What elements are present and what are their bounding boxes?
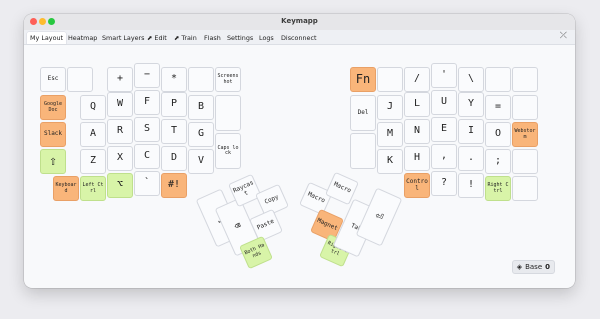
key-empty[interactable] — [188, 67, 214, 92]
tab-flash[interactable]: Flash — [204, 32, 221, 44]
key-semicolon[interactable]: ; — [485, 149, 511, 174]
key-e[interactable]: E — [431, 117, 457, 142]
key-backtick[interactable]: ` — [134, 171, 160, 196]
key-webstorm[interactable]: Webstorm — [512, 122, 538, 147]
tab-edit[interactable]: ⬈ Edit — [147, 32, 167, 44]
key-c[interactable]: C — [134, 144, 160, 169]
app-window: Keymapp My Layout Heatmap Smart Layers ⬈… — [24, 14, 575, 288]
key-empty[interactable] — [377, 67, 403, 92]
key-l[interactable]: L — [404, 92, 430, 117]
menu-bar: My Layout Heatmap Smart Layers ⬈ Edit ⬈ … — [24, 30, 575, 45]
key-control[interactable]: Control — [404, 173, 430, 198]
key-p[interactable]: P — [161, 92, 187, 117]
key-y[interactable]: Y — [458, 92, 484, 117]
key-empty[interactable] — [512, 67, 538, 92]
key-asterisk[interactable]: * — [161, 67, 187, 92]
tab-smart-layers[interactable]: Smart Layers — [102, 32, 145, 44]
shift-icon: ⇧ — [49, 153, 57, 169]
title-bar: Keymapp — [24, 14, 575, 30]
key-i[interactable]: I — [458, 119, 484, 144]
layers-icon: ◈ — [516, 263, 523, 271]
key-k[interactable]: K — [377, 149, 403, 174]
key-o[interactable]: O — [485, 122, 511, 147]
key-right-ctrl[interactable]: Right Ctrl — [485, 176, 511, 201]
key-quote[interactable]: ' — [431, 63, 457, 88]
key-equals[interactable]: = — [485, 95, 511, 120]
tab-settings[interactable]: Settings — [227, 32, 253, 44]
key-g[interactable]: G — [188, 122, 214, 147]
key-caps-lock[interactable]: Caps lock — [215, 133, 241, 169]
key-b[interactable]: B — [188, 95, 214, 120]
key-j[interactable]: J — [377, 95, 403, 120]
key-delete[interactable]: Del — [350, 95, 376, 131]
enter-icon: ⏎ — [372, 208, 386, 226]
key-plus[interactable]: + — [107, 67, 133, 92]
key-z[interactable]: Z — [80, 149, 106, 174]
window-title: Keymapp — [281, 17, 318, 25]
key-slack[interactable]: Slack — [40, 122, 66, 147]
key-shift[interactable]: ⇧ — [40, 149, 66, 174]
key-s[interactable]: S — [134, 117, 160, 142]
key-hash-bang[interactable]: #! — [161, 173, 187, 198]
key-a[interactable]: A — [80, 122, 106, 147]
pin-off-icon[interactable]: ⤫ — [560, 31, 567, 41]
key-empty[interactable] — [350, 133, 376, 169]
backspace-icon: ⌫ — [232, 220, 243, 233]
tab-train[interactable]: ⬈ Train — [174, 32, 197, 44]
option-icon: ⌥ — [116, 179, 124, 191]
key-w[interactable]: W — [107, 92, 133, 117]
key-empty[interactable] — [67, 67, 93, 92]
key-left-ctrl[interactable]: Left Ctrl — [80, 176, 106, 201]
key-empty[interactable] — [215, 95, 241, 131]
key-empty[interactable] — [512, 95, 538, 120]
key-v[interactable]: V — [188, 149, 214, 174]
key-h[interactable]: H — [404, 146, 430, 171]
key-minus[interactable]: − — [134, 63, 160, 88]
key-d[interactable]: D — [161, 146, 187, 171]
key-comma[interactable]: , — [431, 144, 457, 169]
key-question[interactable]: ? — [431, 171, 457, 196]
key-q[interactable]: Q — [80, 95, 106, 120]
key-r[interactable]: R — [107, 119, 133, 144]
key-backslash[interactable]: \ — [458, 67, 484, 92]
tab-heatmap[interactable]: Heatmap — [68, 32, 97, 44]
layer-badge[interactable]: ◈ Base 0 — [511, 260, 555, 274]
key-esc[interactable]: Esc — [40, 67, 66, 92]
key-m[interactable]: M — [377, 122, 403, 147]
key-slash[interactable]: / — [404, 67, 430, 92]
tab-disconnect[interactable]: Disconnect — [281, 32, 317, 44]
key-screenshot[interactable]: Screenshot — [215, 67, 241, 92]
tab-logs[interactable]: Logs — [259, 32, 274, 44]
key-option[interactable]: ⌥ — [107, 173, 133, 198]
key-period[interactable]: . — [458, 146, 484, 171]
key-n[interactable]: N — [404, 119, 430, 144]
key-t[interactable]: T — [161, 119, 187, 144]
key-keyboard[interactable]: Keyboard — [53, 176, 79, 201]
key-empty[interactable] — [512, 149, 538, 174]
key-x[interactable]: X — [107, 146, 133, 171]
key-fn[interactable]: Fn — [350, 67, 376, 92]
key-f[interactable]: F — [134, 90, 160, 115]
key-google-doc[interactable]: Google Doc — [40, 95, 66, 120]
external-link-icon: ⬈ — [147, 34, 153, 42]
key-exclamation[interactable]: ! — [458, 173, 484, 198]
external-link-icon: ⬈ — [174, 34, 180, 42]
key-enter[interactable]: ⏎ — [355, 187, 403, 247]
key-u[interactable]: U — [431, 90, 457, 115]
key-empty[interactable] — [512, 176, 538, 201]
tab-my-layout[interactable]: My Layout — [27, 32, 67, 44]
key-empty[interactable] — [485, 67, 511, 92]
